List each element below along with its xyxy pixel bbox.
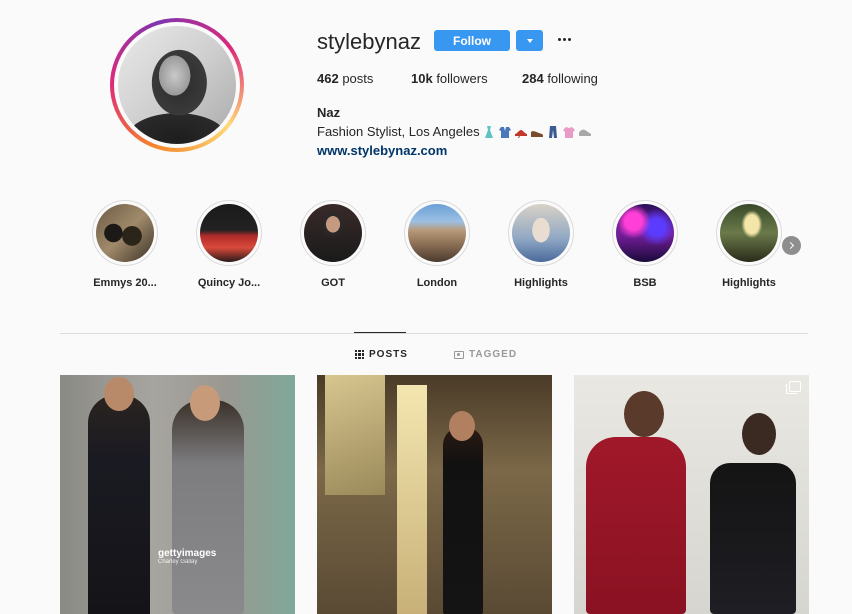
- profile-username: stylebynaz: [317, 29, 421, 54]
- post-figure: [449, 411, 475, 441]
- tabs-divider: [60, 333, 808, 334]
- highlight-item[interactable]: BSB: [600, 200, 690, 289]
- avatar-border: [114, 22, 240, 148]
- highlight-cover: [200, 204, 258, 262]
- post-figure: [710, 463, 796, 614]
- high-heel-icon: [514, 129, 527, 138]
- highlight-cover: [512, 204, 570, 262]
- tab-posts-label: POSTS: [369, 349, 408, 360]
- profile-website-link[interactable]: www.stylebynaz.com: [317, 143, 447, 158]
- followers-count[interactable]: 10k followers: [411, 71, 522, 86]
- posts-count: 462 posts: [317, 71, 411, 86]
- sneaker-icon: [578, 129, 591, 136]
- avatar-photo: [118, 26, 236, 144]
- bio-text: Fashion Stylist, Los Angeles: [317, 124, 480, 139]
- following-count-label: following: [543, 71, 598, 86]
- highlight-label: BSB: [633, 277, 657, 289]
- grid-icon: [355, 350, 364, 359]
- highlight-ring: [300, 200, 366, 266]
- active-tab-indicator: [354, 332, 406, 333]
- post-figure: [104, 377, 134, 411]
- highlight-label: London: [416, 277, 458, 289]
- highlights-next-button[interactable]: [782, 236, 801, 255]
- highlight-cover: [96, 204, 154, 262]
- highlight-item[interactable]: Quincy Jo...: [184, 200, 274, 289]
- dot-icon: [562, 37, 566, 41]
- post-figure: [443, 427, 483, 614]
- caret-down-icon: [526, 38, 533, 43]
- posts-count-value: 462: [317, 71, 339, 86]
- post-thumbnail[interactable]: [317, 375, 552, 614]
- watermark-credit: Charley Gallay: [158, 559, 198, 565]
- more-options-button[interactable]: [555, 30, 573, 48]
- follow-button[interactable]: Follow: [434, 30, 510, 51]
- dot-icon: [567, 37, 571, 41]
- highlight-item[interactable]: Highlights: [496, 200, 586, 289]
- dress-icon: [484, 125, 493, 138]
- post-figure: [190, 385, 220, 421]
- highlight-ring: [716, 200, 782, 266]
- multiple-photos-icon: [786, 381, 801, 394]
- highlight-item[interactable]: London: [392, 200, 482, 289]
- post-figure: [325, 375, 385, 495]
- mans-shoe-icon: [530, 130, 543, 137]
- highlight-ring: [612, 200, 678, 266]
- post-figure: [624, 391, 664, 437]
- jeans-icon: [548, 125, 557, 138]
- highlight-item[interactable]: GOT: [288, 200, 378, 289]
- highlight-label: Highlights: [514, 277, 568, 289]
- highlight-cover: [720, 204, 778, 262]
- highlight-ring: [92, 200, 158, 266]
- highlight-label: Highlights: [722, 277, 776, 289]
- following-count[interactable]: 284 following: [522, 71, 598, 86]
- tagged-icon: [454, 350, 464, 359]
- profile-avatar[interactable]: [110, 18, 244, 152]
- post-thumbnail[interactable]: [574, 375, 809, 614]
- getty-watermark: gettyimages Charley Gallay: [158, 548, 216, 565]
- profile-full-name: Naz: [317, 105, 341, 120]
- watermark-text: gettyimages: [158, 548, 217, 559]
- suggested-dropdown-button[interactable]: [516, 30, 543, 51]
- following-count-value: 284: [522, 71, 544, 86]
- highlight-cover: [408, 204, 466, 262]
- tab-tagged-label: TAGGED: [469, 349, 518, 360]
- followers-count-value: 10k: [411, 71, 433, 86]
- highlight-cover: [304, 204, 362, 262]
- highlight-item[interactable]: Emmys 20...: [80, 200, 170, 289]
- dot-icon: [557, 37, 561, 41]
- profile-stats: 462 posts 10k followers 284 following: [317, 71, 598, 86]
- posts-count-label: posts: [338, 71, 374, 86]
- highlight-label: GOT: [321, 277, 345, 289]
- followers-count-label: followers: [432, 71, 488, 86]
- tab-posts[interactable]: POSTS: [355, 349, 408, 360]
- post-figure: [88, 395, 150, 614]
- post-figure: [586, 437, 686, 614]
- chevron-right-icon: [786, 241, 795, 250]
- highlight-ring: [508, 200, 574, 266]
- post-thumbnail[interactable]: gettyimages Charley Gallay: [60, 375, 295, 614]
- highlight-ring: [196, 200, 262, 266]
- post-figure: [742, 413, 776, 455]
- kimono-icon: [498, 126, 511, 138]
- highlight-ring: [404, 200, 470, 266]
- highlight-cover: [616, 204, 674, 262]
- highlight-label: Emmys 20...: [93, 277, 157, 289]
- tab-tagged[interactable]: TAGGED: [454, 349, 517, 360]
- highlight-label: Quincy Jo...: [197, 277, 261, 289]
- tshirt-icon: [562, 126, 575, 138]
- post-figure: [172, 400, 244, 614]
- profile-bio: Fashion Stylist, Los Angeles: [317, 124, 592, 139]
- post-figure: [397, 385, 427, 614]
- highlight-item[interactable]: Highlights: [704, 200, 794, 289]
